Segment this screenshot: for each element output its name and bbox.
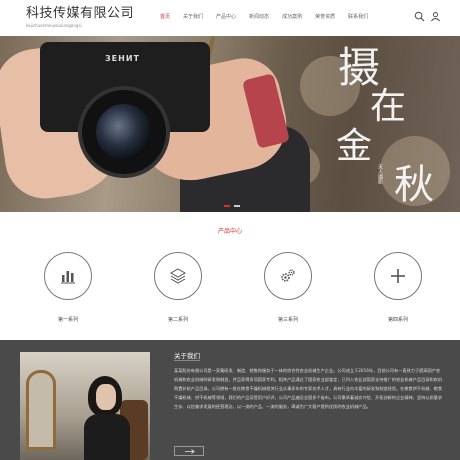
photo-dress xyxy=(84,414,130,460)
photo-mirror xyxy=(26,370,56,450)
banner-side-text: 天人摄影 xyxy=(377,164,383,184)
product-label[interactable]: 第三系列 xyxy=(258,316,318,323)
logo-subtitle: kejichuanmeiyouxiangongsi xyxy=(26,23,82,28)
product-item-4[interactable]: 第四系列 xyxy=(368,252,428,323)
product-item-3[interactable]: 第三系列 xyxy=(258,252,318,323)
product-circle[interactable] xyxy=(374,252,422,300)
slider-dot[interactable] xyxy=(224,205,230,207)
camera-brand-label: ЗЕНИТ xyxy=(105,54,140,63)
site-header: 科技传媒有限公司 kejichuanmeiyouxiangongsi 首页 关于… xyxy=(0,0,460,36)
about-more-button[interactable] xyxy=(174,446,204,456)
product-label[interactable]: 第二系列 xyxy=(148,316,208,323)
logo[interactable]: 科技传媒有限公司 kejichuanmeiyouxiangongsi xyxy=(26,6,134,28)
about-title-underline xyxy=(174,360,200,361)
arrow-right-icon xyxy=(185,449,195,454)
main-nav: 首页 关于我们 产品中心 新闻动态 成功案例 荣誉资质 联系我们 xyxy=(160,13,381,21)
products-section-title: 产品中心 xyxy=(217,228,242,235)
nav-item-about[interactable]: 关于我们 xyxy=(183,13,203,21)
product-item-2[interactable]: 第二系列 xyxy=(148,252,208,323)
product-label[interactable]: 第一系列 xyxy=(38,316,98,323)
bar-chart-icon xyxy=(61,271,75,284)
about-title: 关于我们 xyxy=(174,352,200,360)
plus-icon xyxy=(391,269,405,283)
photo-face xyxy=(96,384,116,410)
products-list: 第一系列 第二系列 第三系列 第四系列 xyxy=(0,252,460,332)
gears-icon xyxy=(281,269,295,282)
about-photo xyxy=(20,352,150,460)
product-item-1[interactable]: 第一系列 xyxy=(38,252,98,323)
camera-lens-glass xyxy=(96,104,152,160)
layers-icon xyxy=(169,268,187,284)
about-description: 某某股份有限公司是一家集研发、制造、销售和服务于一体的综合性农业机械生产企业。公… xyxy=(174,368,443,409)
product-circle[interactable] xyxy=(44,252,92,300)
nav-item-contact[interactable]: 联系我们 xyxy=(348,13,368,21)
hero-banner: ЗЕНИТ 摄 在 金 秋 天人摄影 xyxy=(0,36,460,212)
product-label[interactable]: 第四系列 xyxy=(368,316,428,323)
banner-headline-4: 秋 xyxy=(394,162,434,208)
product-circle[interactable] xyxy=(154,252,202,300)
nav-item-honors[interactable]: 荣誉资质 xyxy=(315,13,335,21)
nav-item-home[interactable]: 首页 xyxy=(160,13,170,21)
logo-title: 科技传媒有限公司 xyxy=(26,6,135,21)
nav-item-products[interactable]: 产品中心 xyxy=(216,13,236,21)
slider-pagination xyxy=(222,205,242,207)
search-icon[interactable] xyxy=(414,11,425,22)
nav-item-news[interactable]: 新闻动态 xyxy=(249,13,269,21)
banner-headline-3: 金 xyxy=(336,126,373,167)
user-icon[interactable] xyxy=(430,11,441,22)
banner-headline-2: 在 xyxy=(370,86,407,127)
banner-headline-1: 摄 xyxy=(338,43,381,92)
slider-dot[interactable] xyxy=(234,205,240,207)
product-circle[interactable] xyxy=(264,252,312,300)
nav-item-cases[interactable]: 成功案例 xyxy=(282,13,302,21)
